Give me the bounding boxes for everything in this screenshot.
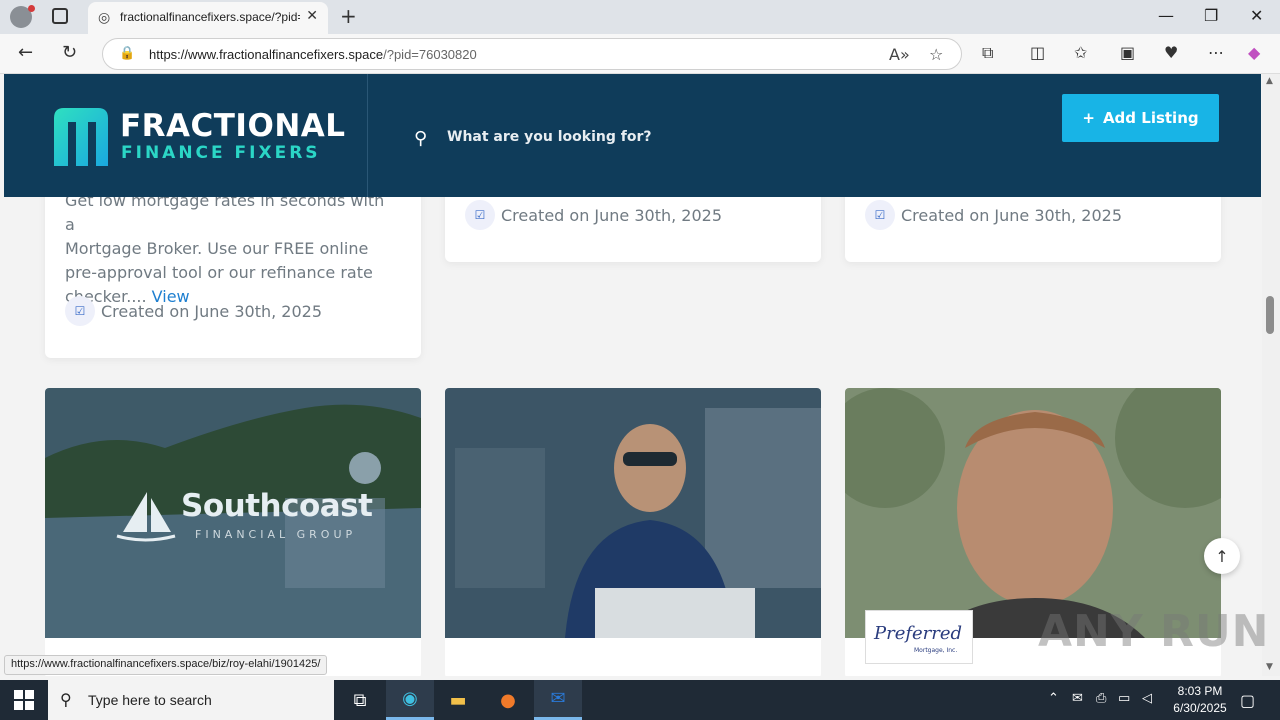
site-info-icon[interactable]: 🔒 bbox=[119, 46, 135, 61]
preferred-photo bbox=[845, 388, 1221, 638]
taskbar-search[interactable]: ⚲ Type here to search bbox=[48, 680, 334, 720]
new-tab-icon[interactable]: + bbox=[340, 4, 357, 28]
search-icon: ⚲ bbox=[60, 690, 72, 709]
restore-icon[interactable]: ❐ bbox=[1204, 6, 1218, 25]
outlook-icon[interactable]: ✉ bbox=[534, 680, 582, 720]
southcoast-subtitle: FINANCIAL GROUP bbox=[195, 528, 357, 541]
clock-date[interactable]: 6/30/2025 bbox=[1164, 701, 1236, 715]
windows-taskbar: ⚲ Type here to search ⧉ ◉ ▬ ● ✉ ⌃ ✉ ⎙ ▭ … bbox=[0, 680, 1280, 720]
site-header: FRACTIONAL FINANCE FIXERS ⚲ What are you… bbox=[4, 74, 1261, 197]
created-date: ☑ Created on June 30th, 2025 bbox=[65, 296, 322, 326]
listing-card-southcoast[interactable]: Southcoast FINANCIAL GROUP bbox=[45, 388, 421, 676]
volume-icon[interactable]: ◁ bbox=[1142, 691, 1152, 706]
listing-card-advisor[interactable] bbox=[445, 388, 821, 676]
url-path: /?pid=76030820 bbox=[383, 47, 477, 62]
created-date: ☑ Created on June 30th, 2025 bbox=[465, 200, 722, 230]
created-date: ☑ Created on June 30th, 2025 bbox=[865, 200, 1122, 230]
browser-tab[interactable]: ◎ fractionalfinancefixers.space/?pid=760… bbox=[88, 2, 328, 34]
url-host: https://www.fractionalfinancefixers.spac… bbox=[149, 47, 384, 62]
tray-outlook-icon[interactable]: ✉ bbox=[1072, 691, 1083, 706]
tab-actions-icon[interactable] bbox=[52, 8, 68, 24]
created-text: Created on June 30th, 2025 bbox=[501, 205, 723, 225]
favorites-icon[interactable]: ✩ bbox=[1074, 43, 1087, 62]
advisor-photo bbox=[445, 388, 821, 638]
close-tab-icon[interactable]: ✕ bbox=[306, 8, 318, 24]
scroll-thumb[interactable] bbox=[1266, 296, 1274, 334]
header-divider bbox=[367, 74, 368, 197]
logo-line1: FRACTIONAL bbox=[120, 108, 346, 144]
southcoast-name: Southcoast bbox=[181, 488, 373, 524]
copilot-icon[interactable]: ◆ bbox=[1248, 43, 1260, 62]
clock-time[interactable]: 8:03 PM bbox=[1170, 684, 1230, 698]
scroll-up-icon[interactable]: ▲ bbox=[1266, 76, 1273, 86]
back-icon[interactable]: ← bbox=[18, 42, 33, 63]
preferred-name: Preferred bbox=[874, 623, 963, 644]
created-text: Created on June 30th, 2025 bbox=[101, 301, 323, 321]
web-page: Get low mortgage rates in seconds with a… bbox=[0, 74, 1262, 676]
scroll-down-icon[interactable]: ▼ bbox=[1266, 662, 1273, 672]
collections-icon[interactable]: ▣ bbox=[1120, 43, 1135, 62]
calendar-icon: ☑ bbox=[865, 200, 895, 230]
firefox-icon[interactable]: ● bbox=[484, 680, 532, 720]
search-icon[interactable]: ⚲ bbox=[414, 128, 427, 149]
address-bar[interactable]: 🔒 https://www.fractionalfinancefixers.sp… bbox=[102, 38, 962, 70]
calendar-icon: ☑ bbox=[465, 200, 495, 230]
back-to-top-button[interactable]: ↑ bbox=[1204, 538, 1240, 574]
status-url: https://www.fractionalfinancefixers.spac… bbox=[4, 655, 328, 675]
globe-icon: ◎ bbox=[98, 10, 111, 26]
file-explorer-icon[interactable]: ▬ bbox=[434, 680, 482, 720]
notifications-icon[interactable]: ▢ bbox=[1240, 691, 1255, 710]
split-screen-icon[interactable]: ◫ bbox=[1030, 43, 1045, 62]
close-window-icon[interactable]: ✕ bbox=[1250, 6, 1263, 25]
tray-chevron-icon[interactable]: ⌃ bbox=[1048, 691, 1059, 706]
calendar-icon: ☑ bbox=[65, 296, 95, 326]
tab-title: fractionalfinancefixers.space/?pid=76030… bbox=[120, 10, 300, 24]
sailboat-icon bbox=[116, 492, 176, 542]
tray-printer-icon[interactable]: ⎙ bbox=[1096, 691, 1106, 706]
logo-bars-icon bbox=[54, 108, 108, 166]
edge-browser-icon[interactable]: ◉ bbox=[386, 680, 434, 720]
created-text: Created on June 30th, 2025 bbox=[901, 205, 1123, 225]
preferred-subtitle: Mortgage, Inc. bbox=[914, 647, 958, 654]
browser-essentials-icon[interactable]: ♥ bbox=[1164, 43, 1178, 62]
taskbar-search-text: Type here to search bbox=[88, 692, 212, 708]
add-listing-label: Add Listing bbox=[1102, 109, 1199, 127]
logo-line2: FINANCE FIXERS bbox=[121, 143, 321, 163]
refresh-icon[interactable]: ↻ bbox=[62, 42, 77, 63]
add-listing-button[interactable]: + Add Listing bbox=[1062, 94, 1219, 142]
favorite-star-icon[interactable]: ☆ bbox=[929, 45, 943, 64]
listing-description: Get low mortgage rates in seconds with a… bbox=[65, 189, 395, 309]
minimize-icon[interactable]: — bbox=[1158, 6, 1174, 25]
browser-tabbar: ◎ fractionalfinancefixers.space/?pid=760… bbox=[0, 0, 1280, 34]
more-options-icon[interactable]: ⋯ bbox=[1208, 43, 1224, 62]
address-row: ← ↻ 🔒 https://www.fractionalfinancefixer… bbox=[0, 34, 1280, 74]
preferred-logo: Preferred Mortgage, Inc. bbox=[865, 610, 973, 664]
plus-icon: + bbox=[1082, 109, 1095, 127]
task-view-icon[interactable]: ⧉ bbox=[336, 680, 384, 720]
search-input[interactable]: What are you looking for? bbox=[447, 129, 651, 145]
page-scrollbar[interactable]: ▲ ▼ bbox=[1262, 74, 1280, 676]
notification-dot bbox=[28, 5, 35, 12]
extensions-icon[interactable]: ⧉ bbox=[982, 43, 993, 63]
read-aloud-icon[interactable]: A» bbox=[889, 45, 910, 64]
windows-start-icon[interactable] bbox=[14, 690, 34, 710]
network-icon[interactable]: ▭ bbox=[1118, 691, 1130, 706]
url-text: https://www.fractionalfinancefixers.spac… bbox=[149, 47, 477, 62]
southcoast-logo: Southcoast FINANCIAL GROUP bbox=[115, 488, 373, 548]
anyrun-watermark: ANY RUN bbox=[1038, 606, 1270, 657]
